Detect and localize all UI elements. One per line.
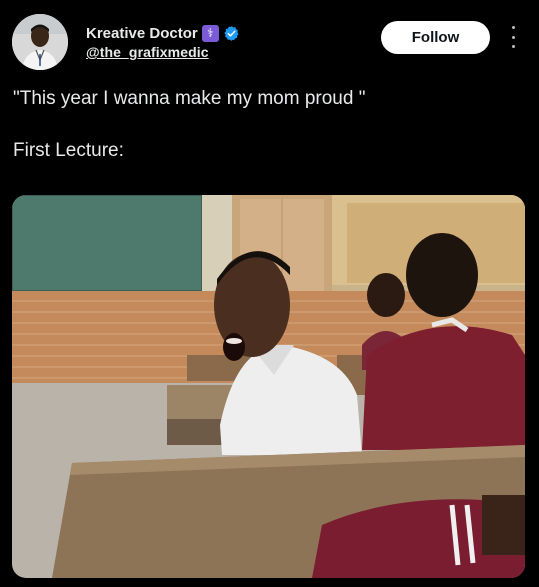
tweet-line-1: "This year I wanna make my mom proud "	[13, 88, 366, 109]
author-name-row: Kreative Doctor ⚕	[86, 23, 240, 43]
tweet-text: "This year I wanna make my mom proud " F…	[13, 86, 523, 190]
verified-badge-icon	[224, 25, 239, 41]
author-info: Kreative Doctor ⚕ @the_grafixmedic	[86, 23, 240, 60]
classroom-photo	[12, 195, 525, 578]
author-name[interactable]: Kreative Doctor	[86, 25, 198, 42]
more-vertical-icon[interactable]	[506, 26, 520, 48]
medical-caduceus-icon: ⚕	[201, 24, 219, 42]
author-handle[interactable]: @the_grafixmedic	[86, 44, 240, 60]
tweet-media-image[interactable]	[12, 195, 525, 578]
author-avatar[interactable]	[12, 14, 68, 70]
tweet-header: Kreative Doctor ⚕ @the_grafixmedic Follo…	[0, 0, 539, 80]
tweet-line-2: First Lecture:	[13, 140, 124, 161]
follow-button[interactable]: Follow	[381, 21, 490, 54]
